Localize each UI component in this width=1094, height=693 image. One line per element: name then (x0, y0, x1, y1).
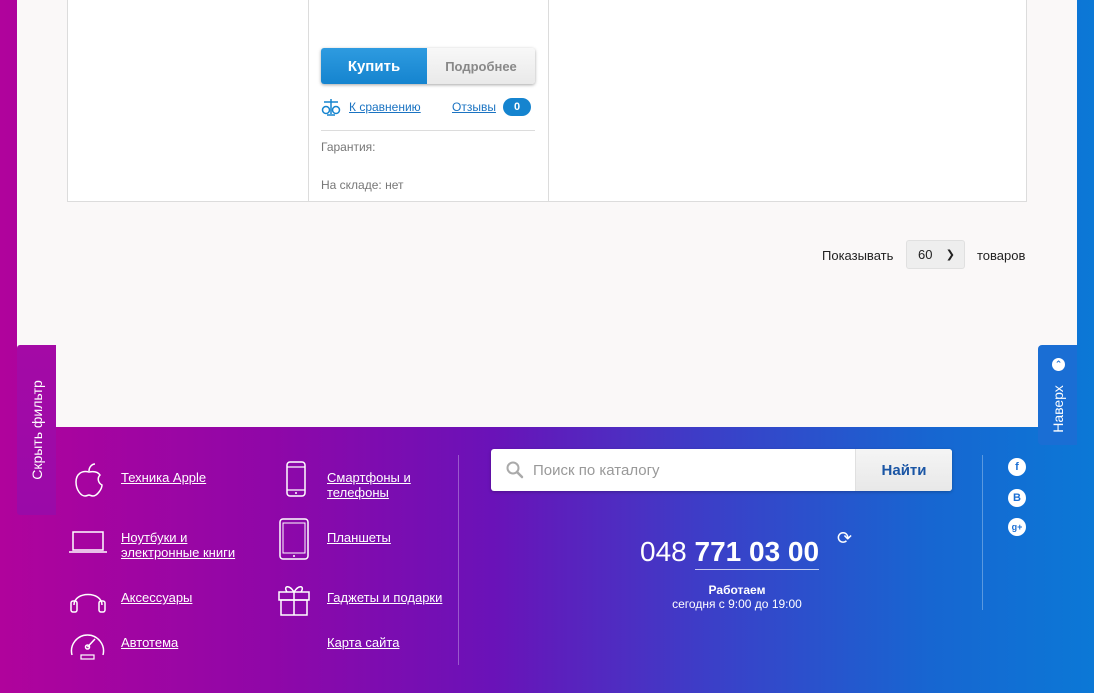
category-tablets-link[interactable]: Планшеты (327, 530, 391, 545)
phone-number[interactable]: 048 771 03 00 (640, 536, 820, 570)
hide-filter-label: Скрыть фильтр (28, 380, 45, 480)
divider (321, 130, 535, 131)
category-notebooks-line1: Ноутбуки и (121, 530, 188, 545)
phone-main: 771 03 00 (694, 536, 820, 570)
category-smartphones-line1: Смартфоны и (327, 470, 411, 485)
per-page-label: Показывать (822, 248, 894, 263)
stock-status: На складе: нет (321, 178, 404, 192)
category-gadgets-link[interactable]: Гаджеты и подарки (327, 590, 442, 605)
speedometer-icon (70, 634, 105, 660)
category-apple-link[interactable]: Техника Apple (121, 470, 206, 485)
gift-icon (278, 586, 310, 616)
vk-icon[interactable]: B (1008, 489, 1026, 507)
buy-button[interactable]: Купить (321, 48, 427, 84)
category-accessories-link[interactable]: Аксессуары (121, 590, 192, 605)
catalog-search: Найти (491, 449, 952, 491)
headphones-icon (70, 593, 106, 613)
tablet-icon (279, 518, 309, 560)
product-grid (67, 0, 1027, 202)
details-button[interactable]: Подробнее (427, 48, 535, 84)
back-to-top-label: Наверх (1049, 385, 1066, 433)
category-smartphones-link[interactable]: Смартфоны и телефоны (327, 470, 411, 500)
per-page-suffix: товаров (977, 248, 1026, 263)
search-input[interactable] (533, 449, 853, 491)
hours-title: Работаем (708, 583, 766, 597)
apple-icon (75, 463, 103, 497)
chevron-up-icon: ⌃ (1052, 358, 1065, 371)
per-page-value: 60 (918, 247, 933, 262)
warranty-label: Гарантия: (321, 140, 376, 154)
smartphone-icon (286, 461, 306, 497)
product-actions: Купить Подробнее (321, 48, 535, 84)
per-page-select[interactable]: 60 ❯ (906, 240, 965, 269)
compare-reviews-row: К сравнению Отзывы 0 (321, 97, 535, 119)
category-smartphones-line2: телефоны (327, 485, 389, 500)
category-notebooks-link[interactable]: Ноутбуки и электронные книги (121, 530, 235, 560)
sitemap-link[interactable]: Карта сайта (327, 635, 399, 650)
column-divider (548, 0, 549, 201)
google-plus-icon[interactable]: g+ (1008, 518, 1026, 536)
footer-divider (982, 455, 983, 610)
footer-divider (458, 455, 459, 665)
compare-link[interactable]: К сравнению (349, 100, 421, 114)
phone-prefix: 048 (640, 536, 687, 567)
category-auto-link[interactable]: Автотема (121, 635, 178, 650)
facebook-icon[interactable]: f (1008, 458, 1026, 476)
reviews-count-badge[interactable]: 0 (503, 98, 531, 116)
reviews-link[interactable]: Отзывы (452, 100, 496, 114)
callback-icon[interactable]: ⟳ (837, 528, 852, 549)
laptop-icon (69, 531, 107, 553)
back-to-top-tab[interactable]: ⌃ Наверх (1038, 345, 1077, 445)
category-notebooks-line2: электронные книги (121, 545, 236, 560)
column-divider (308, 0, 309, 201)
hide-filter-tab[interactable]: Скрыть фильтр (17, 345, 56, 515)
search-button[interactable]: Найти (855, 449, 952, 491)
search-icon (506, 461, 524, 479)
hours-time: сегодня с 9:00 до 19:00 (672, 597, 802, 611)
scales-icon (321, 99, 341, 116)
chevron-down-icon: ❯ (945, 249, 955, 261)
